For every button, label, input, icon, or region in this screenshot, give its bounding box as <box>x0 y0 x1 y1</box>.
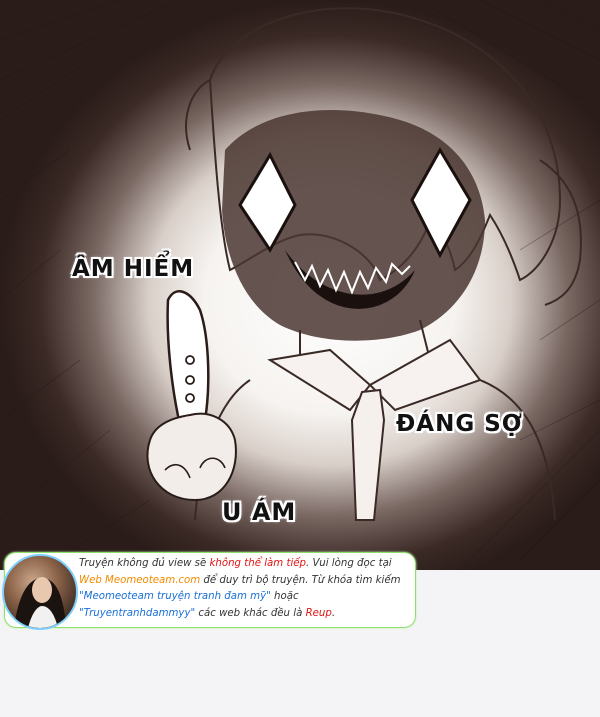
warning-text: không thể làm tiếp <box>209 558 307 569</box>
notice-line-1: Truyện không đủ view sẽ không thể làm ti… <box>79 558 392 569</box>
notice-text: Truyện không đủ view sẽ không thể làm ti… <box>79 556 414 622</box>
avatar-portrait-icon <box>14 577 66 628</box>
notice-line-4: "Truyentranhdammyy" các web khác đều là … <box>79 607 336 619</box>
avatar <box>2 554 78 630</box>
comic-panel: ÂM HIỂM ĐÁNG SỢ U ÁM <box>0 0 600 570</box>
character-illustration <box>0 0 600 570</box>
sfx-gloomy-text: U ÁM <box>222 498 297 526</box>
reup-word: Reup <box>305 607 332 619</box>
notice-line-2: Web Meomeoteam.com để duy trì bộ truyện.… <box>79 574 401 586</box>
search-keyword-1: "Meomeoteam truyện tranh đam mỹ" <box>79 591 271 602</box>
sfx-scary-text: ĐÁNG SỢ <box>396 411 523 437</box>
notice-line-3: "Meomeoteam truyện tranh đam mỹ" hoặc <box>79 591 299 602</box>
site-link[interactable]: Web Meomeoteam.com <box>79 575 200 586</box>
sfx-sneaky-text: ÂM HIỂM <box>72 256 195 282</box>
search-keyword-2: "Truyentranhdammyy" <box>79 607 196 619</box>
